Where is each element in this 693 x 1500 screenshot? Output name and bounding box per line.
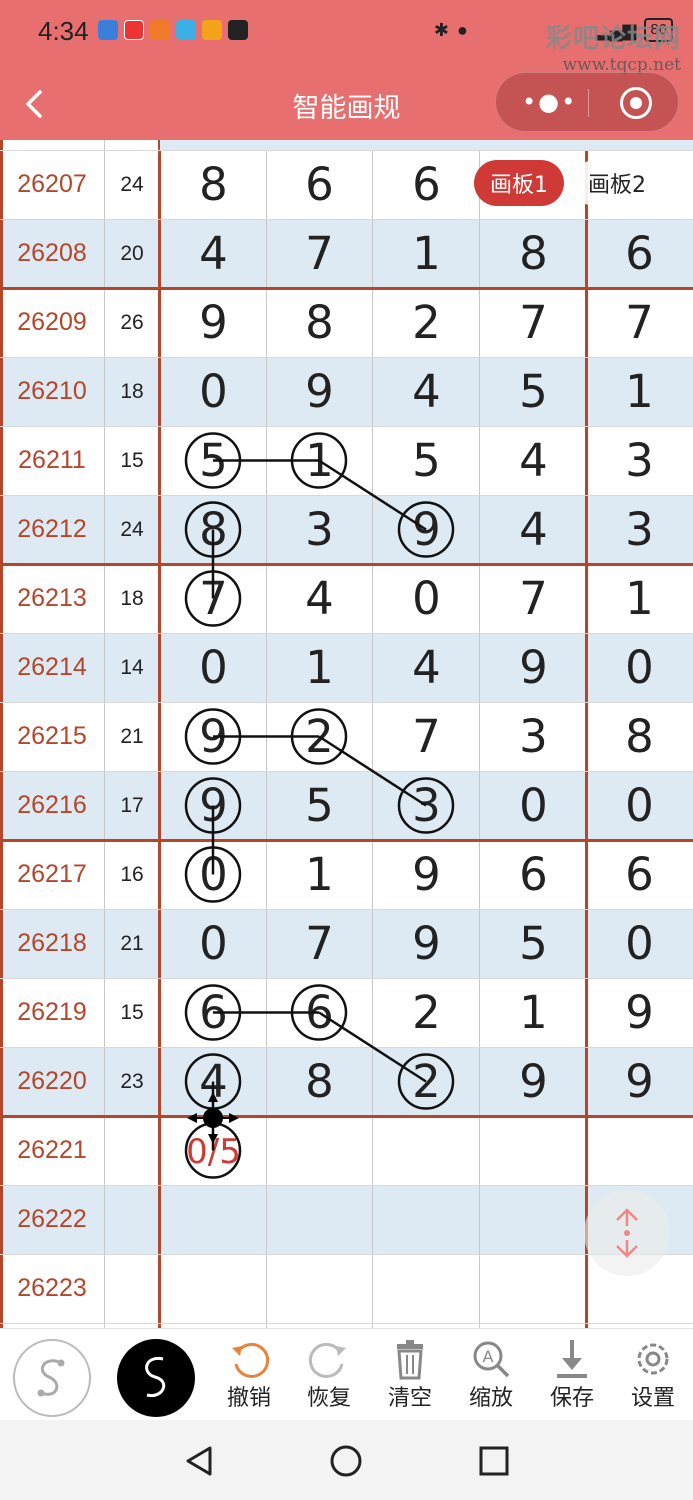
tab-board-1[interactable]: 画板1 [474, 160, 564, 206]
drawn-line [318, 1011, 427, 1083]
download-icon [537, 1333, 607, 1385]
scroll-toggle-button[interactable] [584, 1190, 670, 1276]
trash-button[interactable]: 清空 [375, 1333, 445, 1413]
svg-text:A: A [483, 1347, 494, 1366]
watermark: 彩吧论坛网 www.tqcp.net [546, 18, 681, 75]
location-icon: ● [456, 19, 468, 40]
watermark-title: 彩吧论坛网 [545, 24, 681, 54]
recents-square-icon[interactable] [479, 1446, 509, 1476]
redo-button[interactable]: 恢复 [294, 1333, 364, 1413]
lottery-grid[interactable]: 26207 24 8 6 6 26208 20 4 7 1 8 6 26209 26 9 8 2 7 7 26210 1… [0, 140, 693, 1328]
tool-label: 清空 [387, 1386, 432, 1411]
tab-board-2[interactable]: 画板2 [572, 160, 662, 206]
status-bar: 4:34 ✱ ● ▂▄▆ 86 彩吧论坛网 www.tqcp.net [0, 0, 693, 75]
status-time: 4:34 [38, 16, 89, 46]
tool-label: 设置 [630, 1386, 675, 1411]
trash-icon [375, 1333, 445, 1385]
notification-icons [98, 20, 248, 40]
capsule-divider [588, 89, 589, 117]
tool-label: 撤销 [226, 1386, 271, 1411]
drawn-line [318, 459, 427, 531]
board-tabs: 画板1 画板2 [474, 160, 662, 206]
dark-pen-button[interactable] [117, 1339, 195, 1417]
nfc-icon [228, 20, 248, 40]
tool-label: 缩放 [468, 1386, 513, 1411]
system-navigation-bar [0, 1420, 693, 1500]
light-pen-button[interactable] [13, 1339, 91, 1417]
zoom-button[interactable]: A 缩放 [456, 1333, 526, 1413]
gear-icon [618, 1333, 688, 1385]
target-circle-icon[interactable] [620, 87, 652, 119]
tool-label: 恢复 [306, 1386, 351, 1411]
gear-button[interactable]: 设置 [618, 1333, 688, 1413]
back-triangle-icon[interactable] [186, 1446, 212, 1476]
download-button[interactable]: 保存 [537, 1333, 607, 1413]
bottom-toolbar: 撤销 恢复 清空 A 缩放 保存 设置 [0, 1328, 693, 1420]
zoom-icon: A [456, 1333, 526, 1385]
tool-label: 保存 [549, 1386, 594, 1411]
bluetooth-icon: ✱ [433, 19, 449, 40]
drawing-overlay[interactable] [0, 140, 693, 1328]
curve-pen-light-icon [37, 1359, 65, 1397]
mini-program-capsule: •●• [495, 72, 679, 132]
redo-icon [294, 1333, 364, 1385]
app-icon [202, 20, 222, 40]
app-icon [150, 20, 170, 40]
home-circle-icon[interactable] [330, 1445, 362, 1477]
app-icon [176, 20, 196, 40]
app-icon [98, 20, 118, 40]
nav-bar: 智能画规 •●• [0, 68, 693, 140]
undo-button[interactable]: 撤销 [214, 1333, 284, 1413]
expand-collapse-icon [616, 1208, 638, 1258]
drawn-line [318, 735, 427, 807]
more-dots-icon[interactable]: •●• [522, 89, 577, 115]
app-icon [124, 20, 144, 40]
app-header: 4:34 ✱ ● ▂▄▆ 86 彩吧论坛网 www.tqcp.net 智能画规 [0, 0, 693, 140]
curve-pen-dark-icon [145, 1356, 166, 1398]
undo-icon [214, 1333, 284, 1385]
